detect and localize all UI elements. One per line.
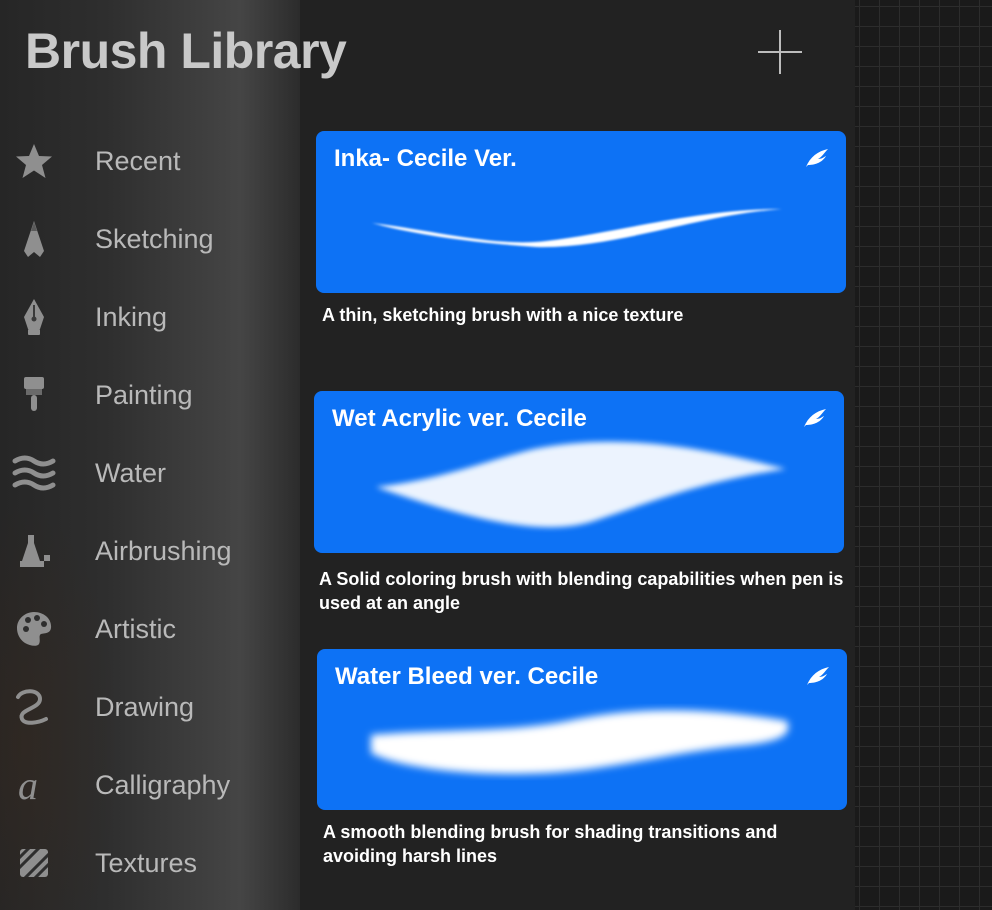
add-brush-set-button[interactable] (758, 30, 802, 74)
sidebar-item-label: Sketching (95, 224, 214, 254)
sidebar-item-inking[interactable]: Inking (0, 287, 300, 347)
sidebar-item-recent[interactable]: Recent (0, 131, 300, 191)
pencil-tip-icon (12, 219, 56, 259)
sidebar-item-artistic[interactable]: Artistic (0, 599, 300, 659)
sidebar-item-painting[interactable]: Painting (0, 365, 300, 425)
pen-nib-icon (12, 297, 56, 337)
sidebar-item-calligraphy[interactable]: a Calligraphy (0, 755, 300, 815)
airbrush-icon (12, 531, 56, 571)
brush-library-panel: Brush Library Recent Sketching Inking Pa… (0, 0, 855, 910)
palette-icon (12, 609, 56, 649)
sidebar-item-airbrushing[interactable]: Airbrushing (0, 521, 300, 581)
sidebar-item-label: Calligraphy (95, 770, 231, 800)
sidebar-item-label: Textures (95, 848, 198, 878)
sidebar-item-label: Inking (95, 302, 168, 332)
sidebar-item-label: Painting (95, 380, 193, 410)
canvas-grid-background (855, 0, 992, 910)
brush-card-water-bleed[interactable]: Water Bleed ver. Cecile (317, 649, 847, 810)
curl-stroke-icon (12, 687, 56, 727)
calligraphy-a-icon: a (12, 765, 56, 805)
hatched-square-icon (12, 843, 56, 883)
sidebar-item-drawing[interactable]: Drawing (0, 677, 300, 737)
brush-description: A smooth blending brush for shading tran… (323, 822, 778, 866)
sidebar-item-label: Recent (95, 146, 181, 176)
brush-card-wet-acrylic[interactable]: Wet Acrylic ver. Cecile (314, 391, 844, 553)
sidebar-item-label: Airbrushing (95, 536, 232, 566)
svg-text:a: a (18, 765, 38, 805)
sidebar-item-label: Water (95, 458, 167, 488)
sidebar-item-label: Drawing (95, 692, 195, 722)
page-title: Brush Library (25, 23, 347, 79)
brush-description: A thin, sketching brush with a nice text… (322, 305, 684, 325)
paint-brush-icon (12, 375, 56, 415)
water-waves-icon (12, 453, 56, 493)
sidebar-item-sketching[interactable]: Sketching (0, 209, 300, 269)
brush-description: A Solid coloring brush with blending cap… (319, 569, 844, 613)
star-icon (12, 141, 56, 181)
brush-stroke-preview (372, 209, 782, 248)
sidebar-item-water[interactable]: Water (0, 443, 300, 503)
brush-card-inka[interactable]: Inka- Cecile Ver. (316, 131, 846, 293)
sidebar-item-label: Artistic (95, 614, 176, 644)
sidebar-item-textures[interactable]: Textures (0, 833, 300, 893)
brush-stroke-preview (371, 710, 789, 774)
brush-stroke-preview (376, 441, 786, 528)
